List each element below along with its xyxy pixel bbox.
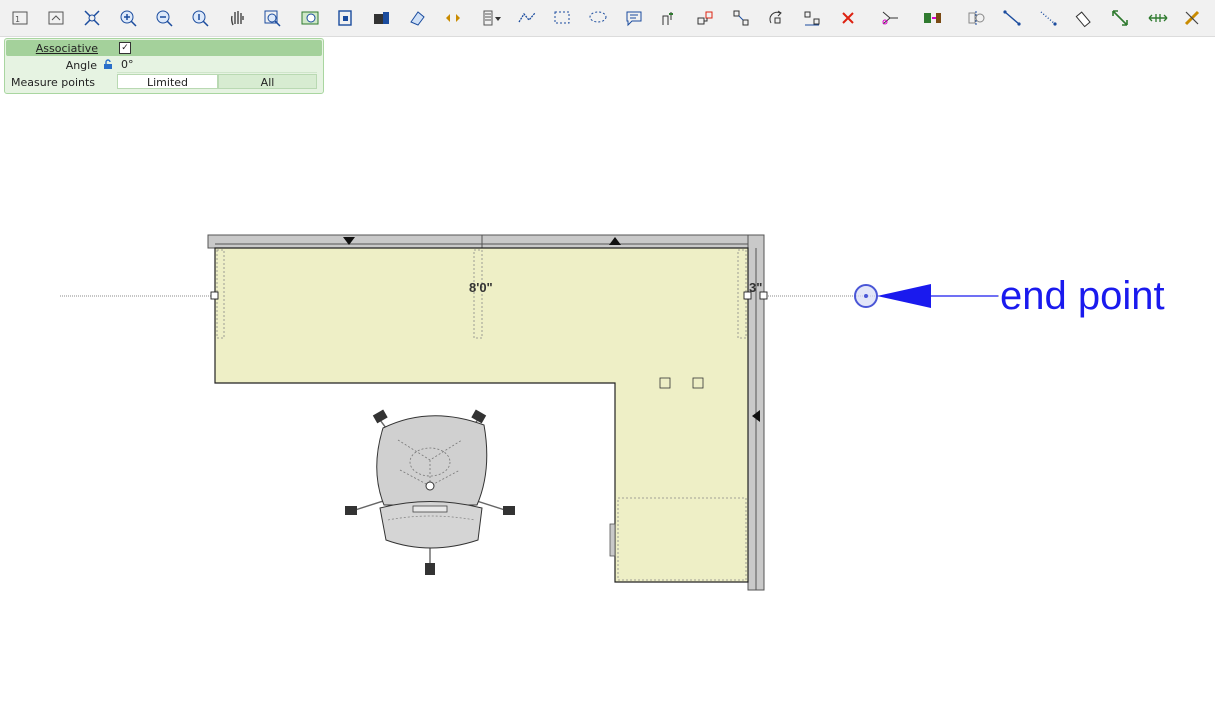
zoom-extents-icon[interactable] (81, 7, 103, 29)
zoom-one-to-one-icon[interactable]: 1 (9, 7, 31, 29)
office-chair[interactable] (345, 409, 515, 575)
zoom-out-icon[interactable] (153, 7, 175, 29)
distribute-icon[interactable] (801, 7, 823, 29)
annotation-icon[interactable] (623, 7, 645, 29)
measure-grip-left[interactable] (210, 291, 219, 300)
move-arrows-icon[interactable] (442, 7, 464, 29)
connect-icon[interactable] (694, 7, 716, 29)
mirror-icon[interactable] (965, 7, 987, 29)
list-dropdown-icon[interactable] (480, 7, 502, 29)
align-icon[interactable] (730, 7, 752, 29)
rotate-icon[interactable] (765, 7, 787, 29)
zoom-window-icon[interactable] (261, 7, 283, 29)
stretch-icon[interactable] (658, 7, 680, 29)
end-point-dot (864, 294, 868, 298)
pan-hand-icon[interactable] (226, 7, 248, 29)
measure-tape-icon[interactable] (1073, 7, 1095, 29)
dotted-line-icon[interactable] (1037, 7, 1059, 29)
trim-icon[interactable] (879, 7, 901, 29)
dimension-small-label: 3" (749, 280, 762, 295)
line-icon[interactable] (1001, 7, 1023, 29)
top-panel[interactable] (207, 234, 765, 249)
chain-dimension-icon[interactable] (1147, 7, 1169, 29)
dimension-main-label: 8'0" (469, 280, 493, 295)
return-handle (609, 523, 616, 557)
end-point-arrowhead-icon (877, 284, 931, 308)
eraser-icon[interactable] (406, 7, 428, 29)
dimension-icon[interactable] (1109, 7, 1131, 29)
delete-icon[interactable] (837, 7, 859, 29)
ruler-settings-icon[interactable] (1181, 7, 1203, 29)
zoom-realtime-icon[interactable] (189, 7, 211, 29)
zoom-in-icon[interactable] (117, 7, 139, 29)
zoom-previous-icon[interactable] (45, 7, 67, 29)
drawing-canvas[interactable]: 8'0" 3" (0, 37, 1215, 708)
selection-rectangle-icon[interactable] (551, 7, 573, 29)
end-point-annotation: end point (1000, 274, 1165, 318)
polyline-icon[interactable] (516, 7, 538, 29)
zoom-selection-icon[interactable] (299, 7, 321, 29)
svg-text:1: 1 (15, 15, 20, 24)
lasso-icon[interactable] (587, 7, 609, 29)
select-frame-icon[interactable] (334, 7, 356, 29)
layers-icon[interactable] (370, 7, 392, 29)
main-toolbar: 1 (0, 0, 1215, 37)
replace-icon[interactable] (921, 7, 943, 29)
